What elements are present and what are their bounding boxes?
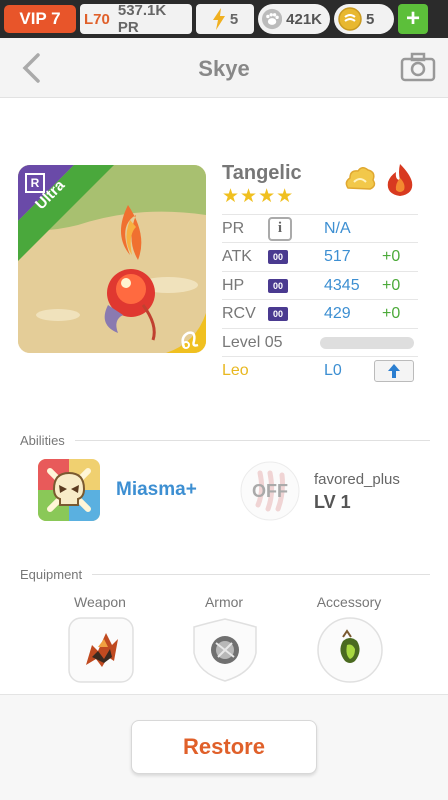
- armor-slot[interactable]: [192, 617, 258, 683]
- lightning-icon: [212, 8, 225, 30]
- divider: [92, 573, 430, 575]
- armor-label: Armor: [204, 594, 244, 610]
- coins-value: 5: [366, 10, 375, 28]
- stat-value-rcv: 429: [324, 304, 351, 322]
- star-rating: ★★★★: [222, 186, 295, 207]
- secondary-ability-level: LV 1: [314, 492, 351, 512]
- zodiac-upgrade-button[interactable]: [374, 359, 414, 382]
- weapon-slot[interactable]: [68, 617, 134, 683]
- player-pr: 537.1K PR: [117, 2, 167, 36]
- zodiac-level: L0: [324, 361, 342, 379]
- arrow-up-icon: [388, 363, 400, 378]
- zodiac-row: Leo L0: [222, 356, 418, 384]
- page-header: Skye: [0, 38, 448, 98]
- player-level: L70: [84, 10, 110, 28]
- paws-counter[interactable]: 421K: [258, 4, 330, 34]
- stat-row-atk: ATK 00 517 +0: [222, 242, 418, 270]
- stat-value-atk: 517: [324, 247, 351, 265]
- level-row: Level 05: [222, 328, 418, 356]
- stat-bonus-rcv: +0: [382, 304, 401, 322]
- equipment-section-header: Equipment: [20, 564, 430, 584]
- player-level-pr[interactable]: L70 537.1K PR: [80, 2, 192, 36]
- restore-button[interactable]: Restore: [131, 720, 317, 774]
- energy-counter[interactable]: 5: [196, 4, 254, 34]
- stat-row-rcv: RCV 00 429 +0: [222, 299, 418, 327]
- add-currency-button[interactable]: +: [398, 4, 428, 34]
- divider: [74, 439, 430, 441]
- paws-value: 421K: [286, 10, 322, 28]
- stat-row-hp: HP 00 4345 +0: [222, 271, 418, 299]
- miasma-ability-icon[interactable]: [38, 459, 100, 521]
- pr-info-button[interactable]: i: [268, 216, 292, 241]
- stat-badge-hp: 00: [268, 278, 288, 293]
- level-label: Level 05: [222, 333, 283, 351]
- skull-icon: [38, 459, 100, 521]
- stat-bonus-atk: +0: [382, 247, 401, 265]
- rarity-letter: R: [30, 176, 40, 190]
- stat-value-pr: N/A: [324, 219, 351, 237]
- cloud-element-icon: [345, 167, 376, 190]
- stat-label-hp: HP: [222, 276, 245, 294]
- character-portrait[interactable]: R Ultra: [18, 165, 206, 353]
- coins-counter[interactable]: 5: [334, 4, 394, 34]
- page-title: Skye: [198, 56, 250, 81]
- accessory-slot[interactable]: [317, 617, 383, 683]
- zodiac-label: Leo: [222, 361, 249, 379]
- ability-off-label: OFF: [252, 481, 288, 501]
- character-name: Tangelic: [222, 162, 302, 184]
- vip-badge[interactable]: VIP 7: [4, 5, 76, 33]
- energy-value: 5: [229, 10, 239, 28]
- stat-bonus-hp: +0: [382, 276, 401, 294]
- abilities-section-header: Abilities: [20, 430, 430, 450]
- stat-badge-rcv: 00: [268, 306, 288, 321]
- fire-element-icon: [387, 164, 413, 196]
- paw-icon: [262, 8, 283, 30]
- abilities-heading: Abilities: [20, 432, 65, 448]
- status-bar: VIP 7 L70 537.1K PR 5 421K 5 +: [0, 0, 448, 38]
- secondary-ability-name: favored_plus: [314, 471, 400, 488]
- stat-label-pr: PR: [222, 219, 245, 237]
- leo-zodiac-icon: [166, 313, 206, 353]
- equipment-heading: Equipment: [20, 566, 83, 582]
- accessory-label: Accessory: [316, 594, 382, 610]
- stat-label-rcv: RCV: [222, 304, 256, 322]
- stat-badge-atk: 00: [268, 249, 288, 264]
- weapon-label: Weapon: [74, 594, 126, 610]
- stat-row-pr: PR i N/A: [222, 214, 418, 242]
- stat-label-atk: ATK: [222, 247, 252, 265]
- coin-icon: [338, 7, 362, 31]
- camera-icon[interactable]: [400, 52, 436, 82]
- primary-ability-name[interactable]: Miasma+: [116, 479, 197, 501]
- stat-value-hp: 4345: [324, 276, 360, 294]
- level-progress-bar: [320, 336, 414, 349]
